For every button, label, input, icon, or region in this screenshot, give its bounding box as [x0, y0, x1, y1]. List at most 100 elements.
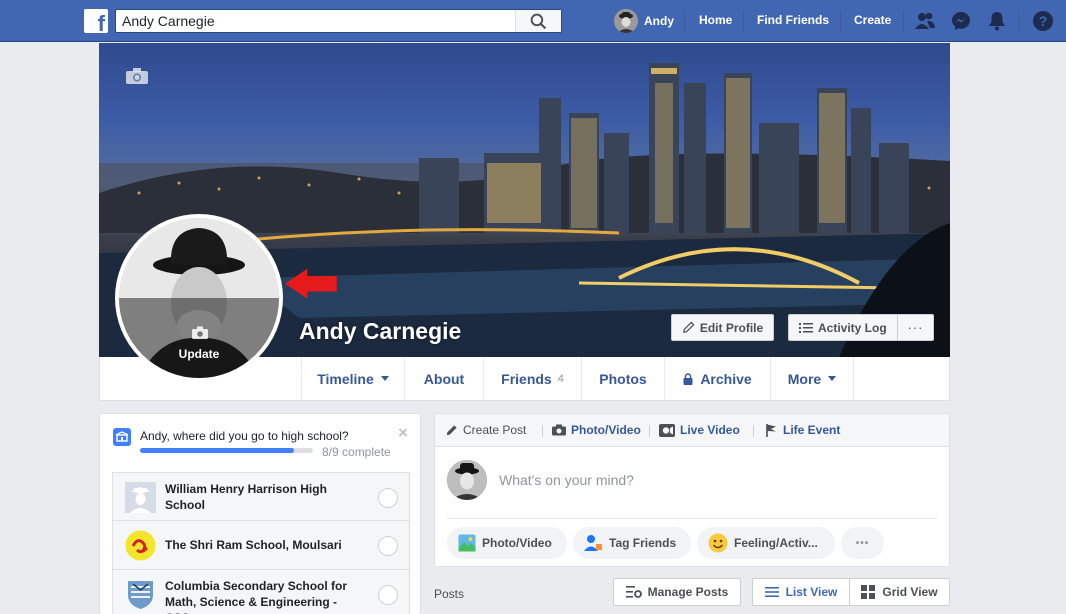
tab-more[interactable]: More [770, 357, 854, 400]
select-school-radio[interactable] [378, 488, 398, 508]
search-input[interactable] [116, 10, 516, 32]
list-view-icon [764, 587, 779, 597]
grid-view-icon [861, 585, 876, 599]
more-options-chip[interactable]: ••• [841, 527, 884, 559]
close-icon[interactable]: × [398, 423, 408, 443]
nav-home-link[interactable]: Home [699, 13, 732, 27]
activity-log-label: Activity Log [818, 320, 887, 335]
life-event-label: Life Event [783, 423, 841, 437]
photo-video-label: Photo/Video [571, 423, 641, 437]
video-camera-icon [659, 423, 675, 437]
school-building-icon [113, 428, 131, 446]
list-item[interactable]: William Henry Harrison High School [112, 472, 410, 521]
list-view-label: List View [785, 585, 838, 599]
nav-profile-link[interactable]: Andy [614, 9, 674, 33]
edit-profile-label: Edit Profile [699, 320, 764, 335]
list-item[interactable]: The Shri Ram School, Moulsari [112, 521, 410, 570]
school-name: The Shri Ram School, Moulsari [165, 538, 342, 552]
school-suggestions-list: William Henry Harrison High School The S… [112, 472, 410, 614]
feeling-activity-chip[interactable]: Feeling/Activ... [697, 527, 835, 559]
high-school-question: Andy, where did you go to high school? [140, 429, 349, 443]
photo-icon [458, 534, 476, 552]
nav-divider [684, 11, 685, 31]
manage-posts-button[interactable]: Manage Posts [613, 578, 741, 606]
pencil-icon [446, 424, 457, 435]
update-cover-camera-icon[interactable] [125, 67, 149, 85]
friend-requests-icon[interactable] [914, 10, 936, 32]
red-arrow-annotation [285, 268, 337, 299]
search-box [115, 9, 562, 33]
tab-divider [649, 425, 650, 437]
notifications-bell-icon[interactable] [986, 10, 1008, 32]
tab-timeline[interactable]: Timeline [301, 357, 404, 400]
tag-friends-icon [584, 535, 602, 551]
school-name: Columbia Secondary School for Math, Scie… [165, 579, 348, 614]
top-navigation-bar: f Andy Home Find Friends Create ? [0, 0, 1066, 42]
nav-divider [743, 11, 744, 31]
whats-on-your-mind-input[interactable]: What's on your mind? [499, 472, 634, 488]
tab-photo-video[interactable]: Photo/Video [552, 423, 641, 437]
school-name: William Henry Harrison High School [165, 482, 327, 512]
select-school-radio[interactable] [378, 536, 398, 556]
profile-picture[interactable]: Update [115, 214, 283, 382]
feeling-chip-label: Feeling/Activ... [734, 536, 818, 550]
school-logo-icon [125, 579, 156, 610]
list-item[interactable]: Columbia Secondary School for Math, Scie… [112, 570, 410, 614]
select-school-radio[interactable] [378, 585, 398, 605]
progress-fill [140, 448, 294, 453]
list-icon [799, 322, 813, 333]
tag-friends-chip[interactable]: Tag Friends [573, 527, 691, 559]
live-video-label: Live Video [680, 423, 740, 437]
camera-icon [552, 424, 566, 436]
chevron-down-icon [828, 376, 837, 381]
high-school-prompt-card: Andy, where did you go to high school? ×… [99, 413, 421, 614]
tab-divider [542, 425, 543, 437]
help-question-icon[interactable]: ? [1032, 10, 1054, 32]
settings-icon [625, 586, 642, 598]
profile-name-heading: Andy Carnegie [299, 318, 462, 344]
nav-user-name: Andy [644, 14, 674, 28]
progress-label: 8/9 complete [322, 445, 391, 459]
chevron-down-icon [380, 376, 389, 381]
grid-view-button[interactable]: Grid View [849, 578, 950, 606]
nav-create-link[interactable]: Create [854, 13, 891, 27]
manage-posts-label: Manage Posts [647, 585, 729, 599]
svg-text:?: ? [1039, 13, 1048, 29]
tab-live-video[interactable]: Live Video [659, 423, 740, 437]
facebook-logo-icon[interactable]: f [84, 9, 108, 33]
search-button[interactable] [515, 10, 561, 32]
tab-divider [753, 425, 754, 437]
composer-tabs: Create Post Photo/Video Live Video Life … [435, 414, 949, 447]
tab-photos[interactable]: Photos [581, 357, 664, 400]
activity-log-button[interactable]: Activity Log ··· [788, 314, 934, 341]
posts-heading: Posts [434, 587, 465, 601]
school-logo-icon [125, 530, 156, 561]
pencil-icon [682, 321, 695, 333]
friends-count: 4 [557, 372, 564, 385]
create-post-label: Create Post [463, 423, 527, 437]
flag-icon [766, 424, 776, 437]
tab-photos-label: Photos [599, 370, 647, 387]
tab-create-post[interactable]: Create Post [445, 423, 526, 437]
smiley-icon [708, 533, 728, 553]
edit-profile-button[interactable]: Edit Profile [671, 314, 774, 341]
tab-about[interactable]: About [404, 357, 483, 400]
tab-friends[interactable]: Friends 4 [483, 357, 581, 400]
camera-icon [192, 326, 208, 339]
list-view-button[interactable]: List View [752, 578, 850, 606]
photo-video-chip[interactable]: Photo/Video [447, 527, 567, 559]
more-options-button[interactable]: ··· [897, 315, 933, 340]
messenger-icon[interactable] [950, 10, 972, 32]
tab-archive[interactable]: Archive [664, 357, 770, 400]
search-icon [530, 13, 547, 30]
composer-divider [447, 518, 937, 519]
tab-archive-label: Archive [700, 370, 752, 387]
nav-find-friends-link[interactable]: Find Friends [757, 13, 829, 27]
photo-video-chip-label: Photo/Video [482, 536, 552, 550]
update-photo-label[interactable]: Update [119, 347, 279, 361]
tab-friends-label: Friends [501, 370, 552, 387]
avatar [447, 460, 487, 500]
tab-life-event[interactable]: Life Event [765, 423, 840, 437]
tab-timeline-label: Timeline [317, 370, 374, 387]
nav-divider [903, 11, 904, 31]
